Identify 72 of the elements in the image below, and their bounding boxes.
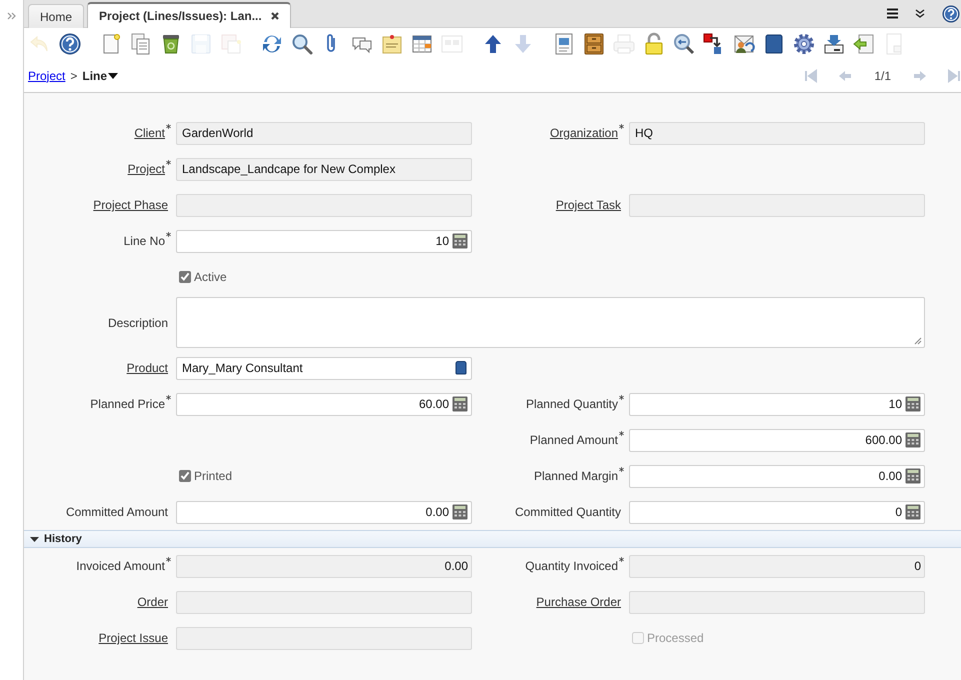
calculator-icon[interactable]: [905, 504, 921, 520]
calculator-icon[interactable]: [905, 432, 921, 448]
number-field[interactable]: 0: [629, 554, 925, 578]
number-field[interactable]: 0: [629, 500, 925, 524]
field-label[interactable]: Client: [134, 126, 165, 140]
resize-grip-icon[interactable]: [914, 337, 922, 345]
breadcrumb-link[interactable]: Project: [28, 68, 66, 82]
checkbox[interactable]: [179, 470, 191, 482]
field-label: Planned Price: [90, 397, 165, 411]
text-field[interactable]: GardenWorld: [176, 122, 472, 144]
field-label[interactable]: Project: [128, 162, 165, 176]
note-icon[interactable]: [380, 32, 404, 56]
field-label[interactable]: Organization: [550, 126, 618, 140]
calculator-icon[interactable]: [452, 504, 468, 520]
breadcrumb-separator: >: [70, 68, 78, 82]
field-label[interactable]: Product: [126, 361, 171, 375]
checkbox[interactable]: [179, 271, 191, 283]
search-icon[interactable]: [290, 32, 314, 56]
field-label: Invoiced Amount: [76, 559, 165, 573]
field-label: Description: [108, 316, 169, 330]
help-icon[interactable]: [58, 32, 82, 56]
triangle-down-icon: [30, 536, 39, 542]
calculator-icon[interactable]: [452, 233, 468, 249]
import-icon[interactable]: [852, 32, 876, 56]
field-label: Line No: [124, 234, 165, 248]
number-field[interactable]: 10: [629, 392, 925, 416]
text-field[interactable]: [176, 590, 472, 614]
calculator-icon[interactable]: [452, 396, 468, 412]
field-label: Planned Margin: [534, 469, 618, 483]
checkbox-label: Processed: [647, 631, 704, 645]
zoom-icon[interactable]: [672, 32, 696, 56]
number-field[interactable]: 60.00: [176, 392, 472, 416]
expand-icon[interactable]: [6, 10, 17, 22]
text-field[interactable]: [629, 590, 925, 614]
tab[interactable]: Project (Lines/Issues): Lan...: [87, 2, 291, 28]
field-label: Committed Quantity: [514, 505, 622, 519]
breadcrumb-current[interactable]: Line: [82, 68, 118, 82]
export-icon[interactable]: [822, 32, 846, 56]
record-counter: 1/1: [874, 68, 891, 82]
field-label[interactable]: Project Task: [556, 198, 624, 212]
caret-icon: [108, 72, 118, 78]
calculator-icon[interactable]: [905, 468, 921, 484]
number-field[interactable]: 10: [176, 230, 472, 252]
number-field[interactable]: 0.00: [176, 500, 472, 524]
help-icon[interactable]: [942, 4, 960, 22]
tab[interactable]: Home: [28, 4, 84, 28]
close-icon[interactable]: [270, 11, 280, 21]
field-label: Committed Amount: [66, 505, 169, 519]
text-field[interactable]: [176, 626, 472, 650]
checkbox-label: Printed: [194, 469, 232, 483]
chevron-down-icon[interactable]: [915, 8, 925, 18]
field-label: Quantity Invoiced: [525, 559, 618, 573]
menu-icon[interactable]: [887, 8, 898, 19]
field-label[interactable]: Purchase Order: [536, 595, 624, 609]
checkbox-label: Active: [194, 270, 227, 284]
calculator-icon[interactable]: [905, 396, 921, 412]
text-field[interactable]: HQ: [629, 122, 925, 144]
section-header[interactable]: History: [24, 530, 961, 548]
text-field[interactable]: [629, 194, 925, 216]
field-label: Planned Quantity: [526, 397, 618, 411]
number-field[interactable]: 600.00: [629, 428, 925, 452]
cabinet-icon[interactable]: [582, 32, 606, 56]
field-label[interactable]: Order: [137, 595, 171, 609]
number-field[interactable]: 0.00: [176, 554, 472, 578]
text-field[interactable]: [176, 194, 472, 216]
field-label[interactable]: Project Issue: [98, 631, 171, 645]
field-label[interactable]: Project Phase: [93, 198, 171, 212]
field-label: Planned Amount: [530, 433, 618, 447]
number-field[interactable]: 0.00: [629, 464, 925, 488]
search-field[interactable]: Mary_Mary Consultant: [176, 356, 472, 380]
settings-icon[interactable]: [792, 32, 816, 56]
text-field[interactable]: Landscape_Landcape for New Complex: [176, 158, 472, 180]
